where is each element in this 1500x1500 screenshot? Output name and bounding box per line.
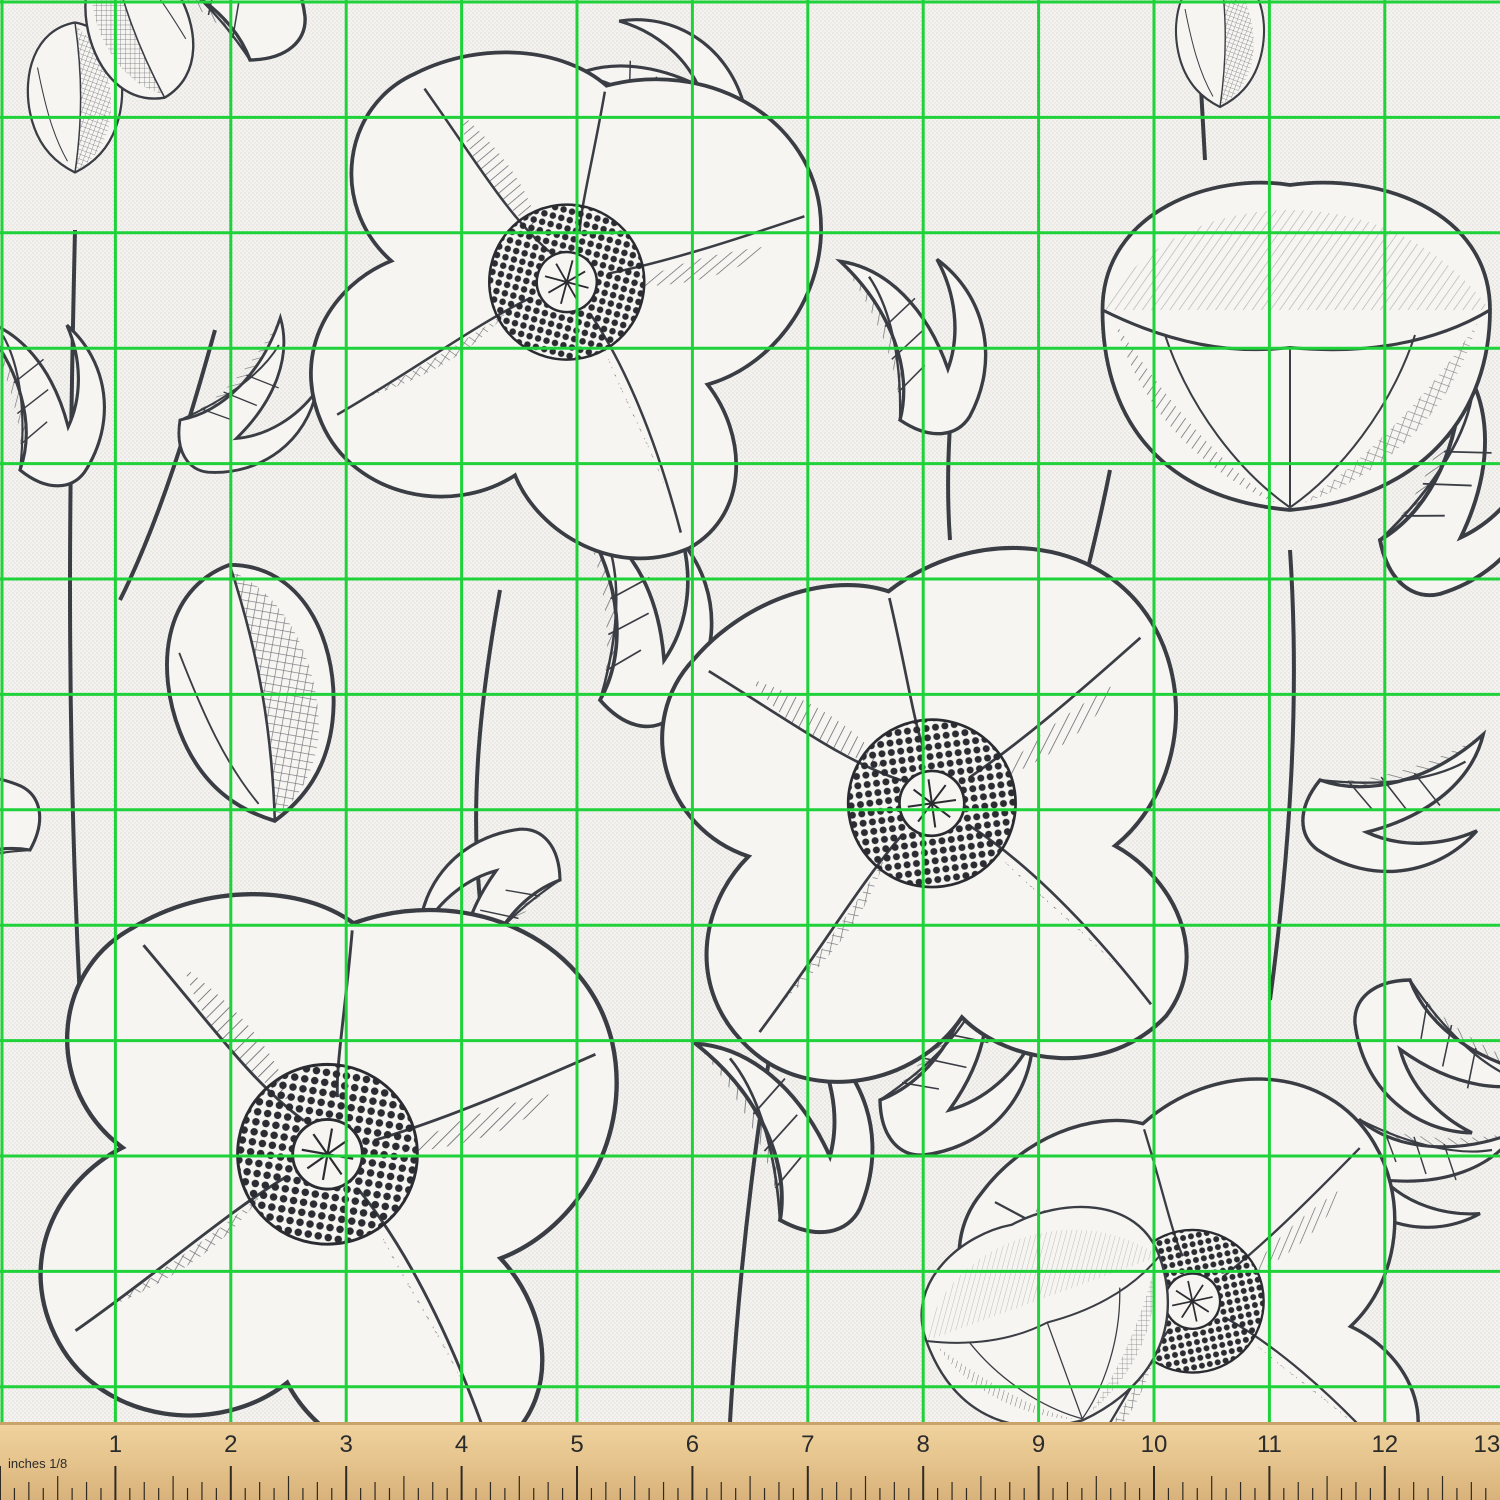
ruler: 1 2 3 4 5 6 7 8 9 10 11 12 13 [0,1422,1500,1500]
ruler-number: 10 [1141,1431,1168,1458]
ruler-number: 3 [340,1431,353,1458]
ruler-number: 13 [1473,1431,1500,1458]
ruler-number: 5 [570,1431,583,1458]
ruler-number: 7 [801,1431,814,1458]
fabric-swatch [0,0,1500,1422]
ruler-number: 2 [224,1431,237,1458]
ruler-number: 6 [686,1431,699,1458]
ruler-unit-label: inches 1/8 [8,1456,68,1471]
fabric-preview: 1 2 3 4 5 6 7 8 9 10 11 12 13 inches 1/8 [0,0,1500,1500]
ruler-number: 12 [1371,1431,1398,1458]
ruler-number: 1 [109,1431,122,1458]
ruler-number: 11 [1257,1431,1282,1458]
ruler-number: 4 [455,1431,468,1458]
ruler-number: 9 [1032,1431,1045,1458]
ruler-number: 8 [917,1431,930,1458]
